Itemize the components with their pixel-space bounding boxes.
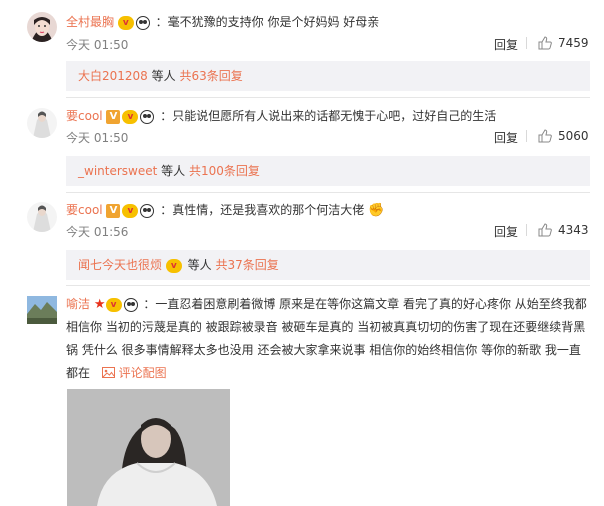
comment-line: 要cool Vv ：只能说但愿所有人说出来的话都无愧于心吧，过好自己的生活 [66, 105, 590, 127]
comment-text: ：真性情，还是我喜欢的那个何洁大佬 [160, 203, 365, 217]
comment-picture-link[interactable]: 评论配图 [101, 366, 167, 380]
reply-count-link[interactable]: 共63条回复 [179, 69, 242, 83]
separator [526, 224, 527, 236]
panda-icon [140, 203, 155, 218]
comment-text: 相信你 当初的污蔑是真的 被跟踪被录音 被砸车是真的 当初被真真切切的伤害了现在… [66, 316, 586, 385]
comment-image[interactable] [67, 389, 230, 506]
divider [66, 285, 590, 286]
star-icon: ★ [93, 297, 106, 312]
like-button[interactable]: 4343 [538, 223, 589, 237]
vip-icon: v [105, 297, 122, 312]
avatar[interactable] [27, 296, 57, 324]
reply-user-link[interactable]: 闻七今天也很烦 [78, 258, 162, 272]
vip-icon: v [122, 203, 139, 218]
timestamp: 今天 01:56 [66, 225, 129, 239]
like-count: 7459 [558, 36, 589, 50]
vip-icon: v [117, 15, 134, 30]
like-count: 5060 [558, 129, 589, 143]
avatar[interactable] [27, 108, 57, 138]
reply-summary[interactable]: 闻七今天也很烦 v 等人 共37条回复 [66, 250, 590, 280]
comment-line: 要cool Vv ：真性情，还是我喜欢的那个何洁大佬 ✊ [66, 199, 590, 222]
hand-emoji-icon: ✊ [368, 203, 385, 218]
like-count: 4343 [558, 223, 589, 237]
image-icon [101, 367, 115, 378]
comment-line: 喻洁 ★ v ：一直忍着困意刷着微博 原来是在等你这篇文章 看完了真的好心疼你 从… [66, 293, 590, 316]
username-link[interactable]: 要cool [66, 203, 103, 217]
reply-button[interactable]: 回复 [494, 129, 518, 146]
reply-user-link[interactable]: _wintersweet [78, 164, 157, 178]
comment-text-line: ：一直忍着困意刷着微博 原来是在等你这篇文章 看完了真的好心疼你 从始至终我都 [143, 297, 587, 311]
username-link[interactable]: 全村最胸 [66, 15, 114, 29]
timestamp: 今天 01:50 [66, 38, 129, 52]
thumbs-up-icon [538, 36, 552, 50]
divider [66, 97, 590, 98]
username-link[interactable]: 要cool [66, 109, 103, 123]
verified-icon: V [106, 109, 121, 124]
comment-line: 全村最胸 v ：毫不犹豫的支持你 你是个好妈妈 好母亲 [66, 11, 590, 33]
thumbs-up-icon [538, 223, 552, 237]
divider [66, 192, 590, 193]
reply-middle: 等人 [183, 258, 216, 272]
thumbs-up-icon [538, 129, 552, 143]
panda-icon [140, 109, 155, 124]
comment-text-line: 锅 凭什么 很多事情解释太多也没用 还会被大家拿来说事 相信你的始终相信你 等你… [66, 343, 581, 357]
separator [526, 130, 527, 142]
avatar[interactable] [27, 12, 57, 42]
like-button[interactable]: 5060 [538, 129, 589, 143]
vip-icon: v [122, 109, 139, 124]
vip-icon: v [165, 258, 182, 273]
reply-button[interactable]: 回复 [494, 223, 518, 240]
separator [526, 37, 527, 49]
reply-summary[interactable]: _wintersweet 等人 共100条回复 [66, 156, 590, 186]
verified-icon: V [106, 203, 121, 218]
reply-count-link[interactable]: 共100条回复 [189, 164, 260, 178]
timestamp: 今天 01:50 [66, 131, 129, 145]
reply-count-link[interactable]: 共37条回复 [215, 258, 278, 272]
reply-middle: 等人 [147, 69, 180, 83]
comment-text: ：只能说但愿所有人说出来的话都无愧于心吧，过好自己的生活 [160, 109, 497, 123]
reply-middle: 等人 [157, 164, 189, 178]
reply-button[interactable]: 回复 [494, 36, 518, 53]
username-link[interactable]: 喻洁 [66, 297, 90, 311]
reply-summary[interactable]: 大白201208 等人 共63条回复 [66, 61, 590, 91]
reply-user-link[interactable]: 大白201208 [78, 69, 148, 83]
panda-icon [135, 15, 150, 30]
comment-text: ：毫不犹豫的支持你 你是个好妈妈 好母亲 [155, 15, 380, 29]
comment-text-line: 都在 评论配图 [66, 366, 167, 380]
like-button[interactable]: 7459 [538, 36, 589, 50]
panda-icon [123, 297, 138, 312]
comment-text-line: 相信你 当初的污蔑是真的 被跟踪被录音 被砸车是真的 当初被真真切切的伤害了现在… [66, 320, 586, 334]
avatar[interactable] [27, 202, 57, 232]
